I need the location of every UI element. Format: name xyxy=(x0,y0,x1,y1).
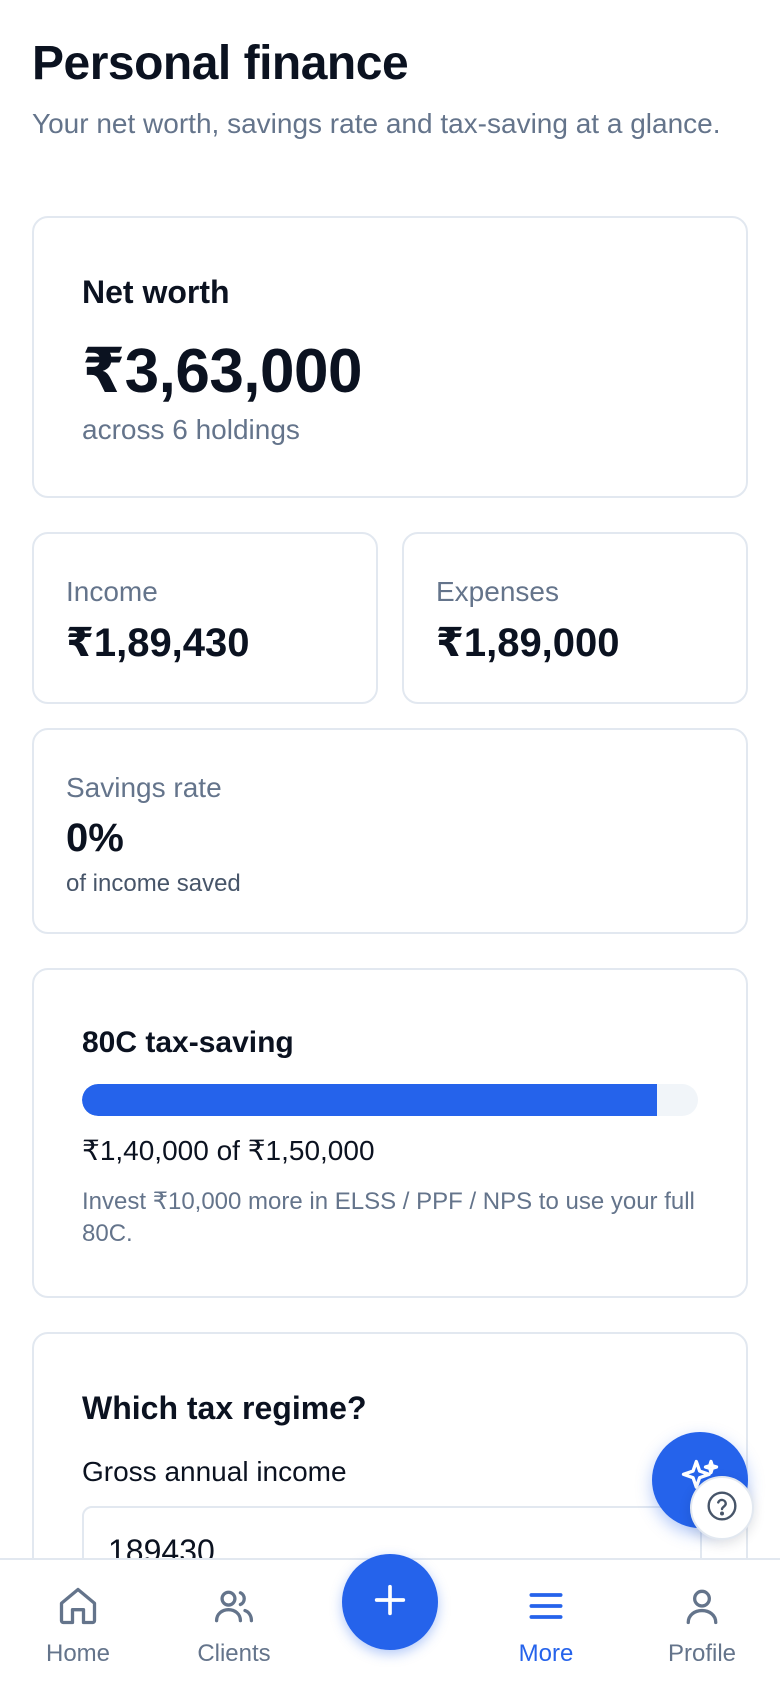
tax-80c-progress-fill xyxy=(82,1084,657,1116)
tax-regime-title: Which tax regime? xyxy=(82,1390,367,1426)
page-subtitle: Your net worth, savings rate and tax-sav… xyxy=(32,108,721,139)
nav-profile[interactable]: Profile xyxy=(624,1560,780,1688)
page-title: Personal finance xyxy=(32,37,409,90)
income-value: ₹1,89,430 xyxy=(66,621,250,665)
net-worth-label: Net worth xyxy=(82,274,230,310)
income-label: Income xyxy=(66,576,158,607)
nav-more-label: More xyxy=(518,1640,574,1667)
help-button[interactable] xyxy=(690,1476,754,1540)
nav-clients[interactable]: Clients xyxy=(156,1560,312,1688)
nav-more[interactable]: More xyxy=(468,1560,624,1688)
tax-80c-title: 80C tax-saving xyxy=(82,1026,294,1059)
add-button[interactable] xyxy=(342,1554,438,1650)
nav-home[interactable]: Home xyxy=(0,1560,156,1688)
tax-80c-card: 80C tax-saving ₹1,40,000 of ₹1,50,000 In… xyxy=(32,968,748,1298)
tax-80c-hint: Invest ₹10,000 more in ELSS / PPF / NPS … xyxy=(82,1188,695,1247)
expenses-card: Expenses ₹1,89,000 xyxy=(402,532,748,704)
nav-clients-label: Clients xyxy=(197,1640,271,1667)
nav-profile-label: Profile xyxy=(667,1640,737,1667)
tax-80c-progress xyxy=(82,1084,698,1116)
expenses-value: ₹1,89,000 xyxy=(436,621,620,665)
plus-icon xyxy=(370,1580,410,1625)
users-icon xyxy=(210,1582,258,1630)
net-worth-holdings: across 6 holdings xyxy=(82,414,300,445)
gross-income-label: Gross annual income xyxy=(82,1456,347,1487)
question-circle-icon xyxy=(706,1490,738,1527)
income-card: Income ₹1,89,430 xyxy=(32,532,378,704)
savings-rate-card: Savings rate 0% of income saved xyxy=(32,728,748,934)
bottom-nav: Home Clients More Profile xyxy=(0,1554,780,1688)
nav-home-label: Home xyxy=(45,1640,111,1667)
savings-rate-sub: of income saved xyxy=(66,870,241,897)
home-icon xyxy=(54,1582,102,1630)
menu-icon xyxy=(522,1582,570,1630)
expenses-label: Expenses xyxy=(436,576,559,607)
savings-rate-value: 0% xyxy=(66,816,124,860)
tax-80c-amount: ₹1,40,000 of ₹1,50,000 xyxy=(82,1135,375,1166)
user-icon xyxy=(678,1582,726,1630)
savings-rate-label: Savings rate xyxy=(66,772,222,803)
net-worth-card: Net worth ₹3,63,000 across 6 holdings xyxy=(32,216,748,498)
net-worth-value: ₹3,63,000 xyxy=(82,337,362,406)
